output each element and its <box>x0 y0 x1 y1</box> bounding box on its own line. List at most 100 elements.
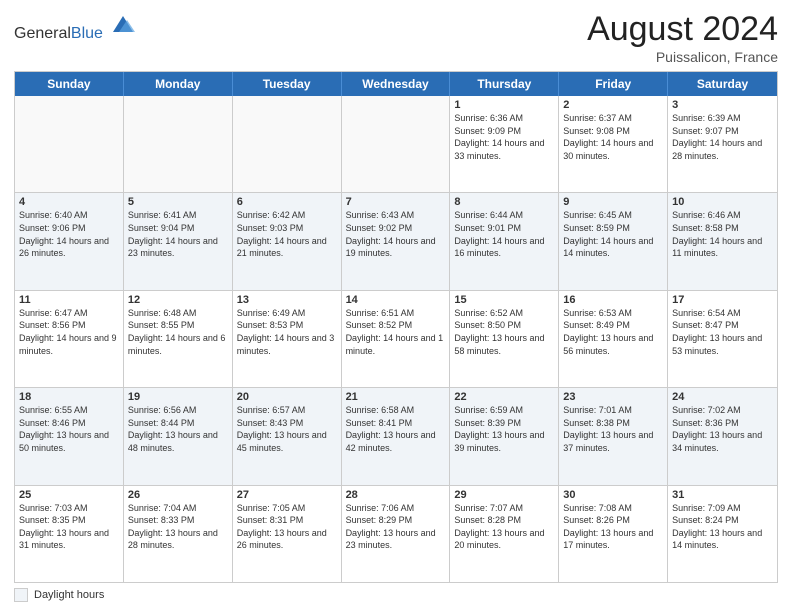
day-number: 1 <box>454 99 554 111</box>
cell-info: Sunrise: 7:08 AM Sunset: 8:26 PM Dayligh… <box>563 502 663 552</box>
cal-cell-day-29: 29Sunrise: 7:07 AM Sunset: 8:28 PM Dayli… <box>450 486 559 582</box>
logo-blue-text: Blue <box>71 25 103 42</box>
cell-info: Sunrise: 7:04 AM Sunset: 8:33 PM Dayligh… <box>128 502 228 552</box>
cell-info: Sunrise: 7:06 AM Sunset: 8:29 PM Dayligh… <box>346 502 446 552</box>
cell-info: Sunrise: 6:56 AM Sunset: 8:44 PM Dayligh… <box>128 404 228 454</box>
cal-cell-day-1: 1Sunrise: 6:36 AM Sunset: 9:09 PM Daylig… <box>450 96 559 192</box>
cal-cell-day-20: 20Sunrise: 6:57 AM Sunset: 8:43 PM Dayli… <box>233 388 342 484</box>
day-number: 2 <box>563 99 663 111</box>
cal-cell-day-13: 13Sunrise: 6:49 AM Sunset: 8:53 PM Dayli… <box>233 291 342 387</box>
title-area: August 2024 Puissalicon, France <box>587 10 778 65</box>
cal-cell-day-28: 28Sunrise: 7:06 AM Sunset: 8:29 PM Dayli… <box>342 486 451 582</box>
day-number: 16 <box>563 294 663 306</box>
day-number: 29 <box>454 489 554 501</box>
cell-info: Sunrise: 6:53 AM Sunset: 8:49 PM Dayligh… <box>563 307 663 357</box>
legend-box <box>14 588 28 602</box>
page: GeneralBlue August 2024 Puissalicon, Fra… <box>0 0 792 612</box>
cell-info: Sunrise: 6:37 AM Sunset: 9:08 PM Dayligh… <box>563 112 663 162</box>
cal-cell-day-21: 21Sunrise: 6:58 AM Sunset: 8:41 PM Dayli… <box>342 388 451 484</box>
cal-row-4: 25Sunrise: 7:03 AM Sunset: 8:35 PM Dayli… <box>15 486 777 582</box>
cal-header-cell-thursday: Thursday <box>450 72 559 96</box>
cal-header-cell-saturday: Saturday <box>668 72 777 96</box>
cal-cell-day-5: 5Sunrise: 6:41 AM Sunset: 9:04 PM Daylig… <box>124 193 233 289</box>
day-number: 30 <box>563 489 663 501</box>
cal-cell-day-4: 4Sunrise: 6:40 AM Sunset: 9:06 PM Daylig… <box>15 193 124 289</box>
legend: Daylight hours <box>14 588 778 602</box>
day-number: 19 <box>128 391 228 403</box>
logo-general-text: General <box>14 25 71 42</box>
day-number: 15 <box>454 294 554 306</box>
cal-cell-day-31: 31Sunrise: 7:09 AM Sunset: 8:24 PM Dayli… <box>668 486 777 582</box>
cell-info: Sunrise: 7:07 AM Sunset: 8:28 PM Dayligh… <box>454 502 554 552</box>
cal-cell-day-2: 2Sunrise: 6:37 AM Sunset: 9:08 PM Daylig… <box>559 96 668 192</box>
cal-cell-day-26: 26Sunrise: 7:04 AM Sunset: 8:33 PM Dayli… <box>124 486 233 582</box>
cal-cell-day-8: 8Sunrise: 6:44 AM Sunset: 9:01 PM Daylig… <box>450 193 559 289</box>
cell-info: Sunrise: 7:03 AM Sunset: 8:35 PM Dayligh… <box>19 502 119 552</box>
day-number: 20 <box>237 391 337 403</box>
calendar-body: 1Sunrise: 6:36 AM Sunset: 9:09 PM Daylig… <box>15 96 777 582</box>
day-number: 5 <box>128 196 228 208</box>
cal-cell-empty <box>233 96 342 192</box>
cell-info: Sunrise: 6:42 AM Sunset: 9:03 PM Dayligh… <box>237 209 337 259</box>
cal-cell-day-24: 24Sunrise: 7:02 AM Sunset: 8:36 PM Dayli… <box>668 388 777 484</box>
cal-header-cell-friday: Friday <box>559 72 668 96</box>
cell-info: Sunrise: 6:40 AM Sunset: 9:06 PM Dayligh… <box>19 209 119 259</box>
cal-cell-day-16: 16Sunrise: 6:53 AM Sunset: 8:49 PM Dayli… <box>559 291 668 387</box>
cell-info: Sunrise: 6:46 AM Sunset: 8:58 PM Dayligh… <box>672 209 773 259</box>
cal-row-2: 11Sunrise: 6:47 AM Sunset: 8:56 PM Dayli… <box>15 291 777 388</box>
calendar: SundayMondayTuesdayWednesdayThursdayFrid… <box>14 71 778 583</box>
day-number: 6 <box>237 196 337 208</box>
cal-cell-day-6: 6Sunrise: 6:42 AM Sunset: 9:03 PM Daylig… <box>233 193 342 289</box>
location: Puissalicon, France <box>587 49 778 65</box>
cal-cell-day-22: 22Sunrise: 6:59 AM Sunset: 8:39 PM Dayli… <box>450 388 559 484</box>
day-number: 21 <box>346 391 446 403</box>
day-number: 26 <box>128 489 228 501</box>
cal-cell-day-19: 19Sunrise: 6:56 AM Sunset: 8:44 PM Dayli… <box>124 388 233 484</box>
day-number: 10 <box>672 196 773 208</box>
cell-info: Sunrise: 6:59 AM Sunset: 8:39 PM Dayligh… <box>454 404 554 454</box>
header: GeneralBlue August 2024 Puissalicon, Fra… <box>14 10 778 65</box>
day-number: 11 <box>19 294 119 306</box>
cal-cell-day-3: 3Sunrise: 6:39 AM Sunset: 9:07 PM Daylig… <box>668 96 777 192</box>
cal-cell-day-10: 10Sunrise: 6:46 AM Sunset: 8:58 PM Dayli… <box>668 193 777 289</box>
cal-cell-day-23: 23Sunrise: 7:01 AM Sunset: 8:38 PM Dayli… <box>559 388 668 484</box>
cal-row-3: 18Sunrise: 6:55 AM Sunset: 8:46 PM Dayli… <box>15 388 777 485</box>
cal-cell-day-7: 7Sunrise: 6:43 AM Sunset: 9:02 PM Daylig… <box>342 193 451 289</box>
cell-info: Sunrise: 6:49 AM Sunset: 8:53 PM Dayligh… <box>237 307 337 357</box>
logo: GeneralBlue <box>14 10 137 43</box>
cell-info: Sunrise: 6:48 AM Sunset: 8:55 PM Dayligh… <box>128 307 228 357</box>
cell-info: Sunrise: 6:52 AM Sunset: 8:50 PM Dayligh… <box>454 307 554 357</box>
cal-cell-day-17: 17Sunrise: 6:54 AM Sunset: 8:47 PM Dayli… <box>668 291 777 387</box>
day-number: 8 <box>454 196 554 208</box>
cal-cell-day-12: 12Sunrise: 6:48 AM Sunset: 8:55 PM Dayli… <box>124 291 233 387</box>
cal-header-cell-sunday: Sunday <box>15 72 124 96</box>
cal-cell-empty <box>15 96 124 192</box>
day-number: 27 <box>237 489 337 501</box>
cell-info: Sunrise: 7:02 AM Sunset: 8:36 PM Dayligh… <box>672 404 773 454</box>
day-number: 22 <box>454 391 554 403</box>
cal-cell-day-15: 15Sunrise: 6:52 AM Sunset: 8:50 PM Dayli… <box>450 291 559 387</box>
cal-cell-empty <box>124 96 233 192</box>
month-year: August 2024 <box>587 10 778 49</box>
cell-info: Sunrise: 6:44 AM Sunset: 9:01 PM Dayligh… <box>454 209 554 259</box>
cell-info: Sunrise: 7:01 AM Sunset: 8:38 PM Dayligh… <box>563 404 663 454</box>
cal-cell-day-30: 30Sunrise: 7:08 AM Sunset: 8:26 PM Dayli… <box>559 486 668 582</box>
day-number: 24 <box>672 391 773 403</box>
cal-cell-day-18: 18Sunrise: 6:55 AM Sunset: 8:46 PM Dayli… <box>15 388 124 484</box>
cell-info: Sunrise: 6:45 AM Sunset: 8:59 PM Dayligh… <box>563 209 663 259</box>
cal-cell-day-14: 14Sunrise: 6:51 AM Sunset: 8:52 PM Dayli… <box>342 291 451 387</box>
day-number: 9 <box>563 196 663 208</box>
cell-info: Sunrise: 6:51 AM Sunset: 8:52 PM Dayligh… <box>346 307 446 357</box>
cell-info: Sunrise: 6:39 AM Sunset: 9:07 PM Dayligh… <box>672 112 773 162</box>
cal-cell-day-25: 25Sunrise: 7:03 AM Sunset: 8:35 PM Dayli… <box>15 486 124 582</box>
cal-header-cell-wednesday: Wednesday <box>342 72 451 96</box>
calendar-header: SundayMondayTuesdayWednesdayThursdayFrid… <box>15 72 777 96</box>
cell-info: Sunrise: 6:41 AM Sunset: 9:04 PM Dayligh… <box>128 209 228 259</box>
day-number: 7 <box>346 196 446 208</box>
logo-icon <box>109 10 137 38</box>
cell-info: Sunrise: 6:36 AM Sunset: 9:09 PM Dayligh… <box>454 112 554 162</box>
cal-cell-day-11: 11Sunrise: 6:47 AM Sunset: 8:56 PM Dayli… <box>15 291 124 387</box>
cell-info: Sunrise: 7:05 AM Sunset: 8:31 PM Dayligh… <box>237 502 337 552</box>
day-number: 14 <box>346 294 446 306</box>
cal-cell-day-27: 27Sunrise: 7:05 AM Sunset: 8:31 PM Dayli… <box>233 486 342 582</box>
